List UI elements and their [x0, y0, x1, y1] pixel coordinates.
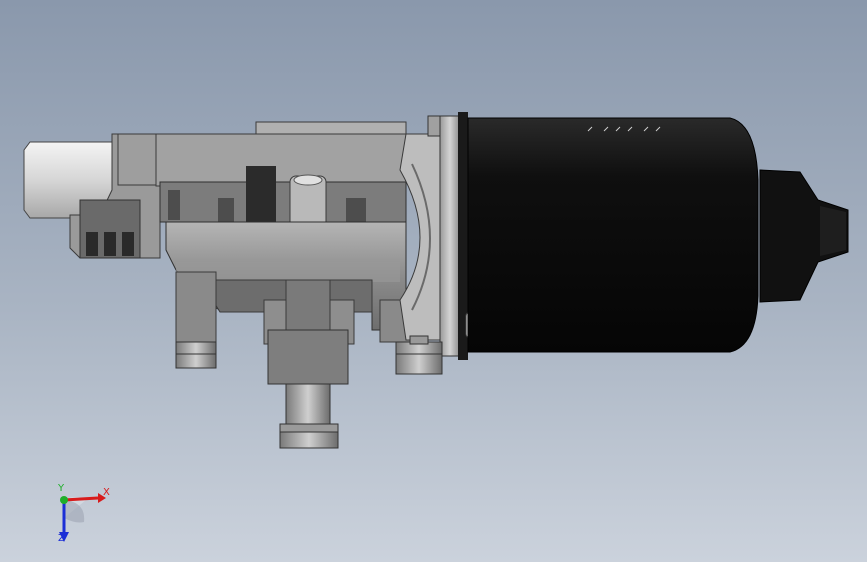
- motor-can: [467, 117, 849, 353]
- y-axis-label: Y: [58, 483, 65, 494]
- graphics-viewport[interactable]: X Y Z: [0, 0, 867, 562]
- gearbox-housing: [165, 221, 421, 345]
- x-axis-arrow: [63, 496, 99, 502]
- x-axis-label: X: [103, 487, 110, 498]
- y-axis-arrow: [60, 496, 68, 504]
- wiper-motor-model[interactable]: [0, 0, 867, 562]
- orientation-triad[interactable]: X Y Z: [40, 478, 130, 548]
- z-axis-label: Z: [58, 533, 65, 544]
- output-shaft: [267, 329, 349, 449]
